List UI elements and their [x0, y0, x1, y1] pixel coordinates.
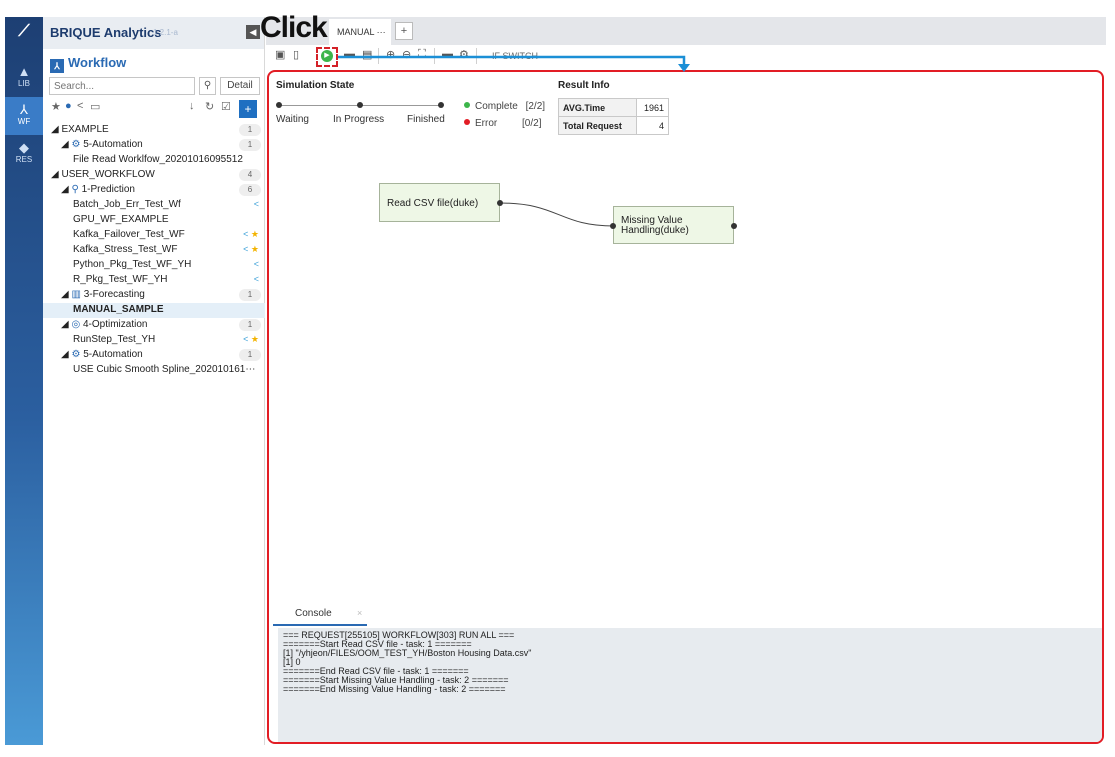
annotation-arrow [338, 55, 690, 72]
app-window: ⟋ ▲ LIB ⅄ WF ◆ RES BRIQUE Analytics 1.2.… [0, 0, 1115, 757]
